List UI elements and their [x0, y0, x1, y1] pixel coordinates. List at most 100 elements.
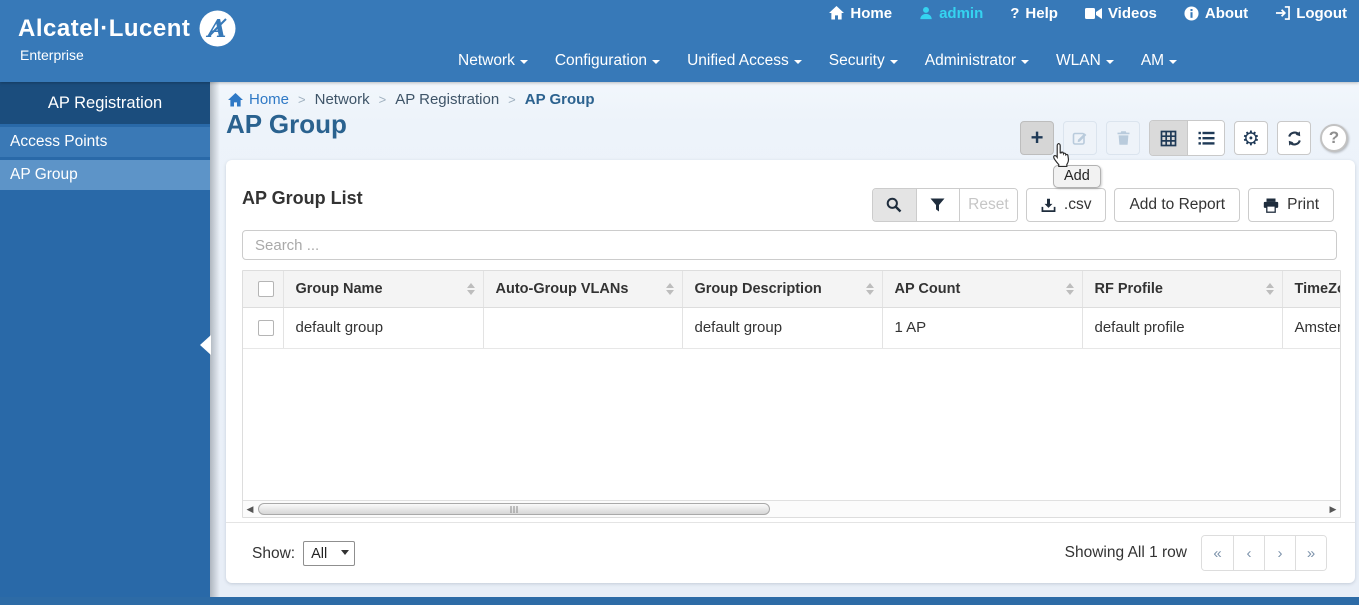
sidebar-item-access-points[interactable]: Access Points	[0, 127, 210, 157]
brand-subtitle: Enterprise	[20, 47, 84, 63]
filter-funnel-icon	[930, 198, 945, 212]
column-auto-group-vlans[interactable]: Auto-Group VLANs	[483, 271, 683, 308]
breadcrumb-separator: >	[298, 92, 306, 107]
grid-view-button[interactable]	[1150, 121, 1187, 155]
page-title: AP Group	[226, 109, 347, 139]
scroll-left-arrow-icon[interactable]: ◀	[244, 501, 256, 517]
ap-group-list-card: AP Group List Reset .csv Add to Report P…	[226, 160, 1355, 583]
search-input[interactable]	[242, 230, 1337, 260]
breadcrumb-separator: >	[378, 92, 387, 107]
filter-button[interactable]	[915, 189, 959, 221]
sort-icon[interactable]	[1265, 282, 1274, 295]
refresh-button[interactable]	[1277, 121, 1311, 155]
sort-icon[interactable]	[1065, 282, 1074, 295]
nav-unified-access[interactable]: Unified Access	[687, 52, 802, 70]
app-window: Alcatel·Lucent A Enterprise Home admin ?…	[0, 0, 1359, 605]
main-content: Home > Network > AP Registration > AP Gr…	[210, 82, 1359, 597]
csv-export-button[interactable]: .csv	[1025, 188, 1107, 222]
first-page-button[interactable]: «	[1202, 536, 1233, 570]
chevron-down-icon	[1105, 60, 1114, 64]
column-group-name[interactable]: Group Name	[283, 271, 484, 308]
search-button[interactable]	[872, 189, 916, 221]
plus-icon: +	[1030, 125, 1044, 150]
show-rows-select[interactable]: All	[303, 541, 356, 566]
add-button[interactable]: +	[1020, 121, 1054, 155]
utility-home-link[interactable]: Home	[829, 5, 892, 22]
column-timezone[interactable]: TimeZone	[1282, 271, 1340, 308]
breadcrumb-ap-registration-link[interactable]: AP Registration	[395, 91, 499, 108]
sidebar-title: AP Registration	[0, 82, 210, 124]
nav-am[interactable]: AM	[1141, 52, 1178, 70]
sort-icon[interactable]	[665, 282, 674, 295]
scroll-right-arrow-icon[interactable]: ▶	[1327, 501, 1339, 517]
logout-icon	[1275, 6, 1291, 20]
row-checkbox[interactable]	[258, 319, 274, 336]
search-icon	[886, 197, 902, 213]
chevron-down-icon	[519, 60, 528, 64]
utility-about-link[interactable]: About	[1184, 5, 1248, 22]
list-view-button[interactable]	[1187, 121, 1224, 155]
select-all-header	[243, 271, 284, 308]
column-ap-count[interactable]: AP Count	[882, 271, 1083, 308]
search-filter-group: Reset	[871, 188, 1018, 222]
add-to-report-button[interactable]: Add to Report	[1114, 188, 1241, 222]
utility-videos-link[interactable]: Videos	[1084, 5, 1157, 22]
utility-admin-link[interactable]: admin	[919, 5, 983, 22]
nav-network[interactable]: Network	[458, 52, 528, 70]
help-button[interactable]: ?	[1320, 124, 1348, 152]
grid-icon	[1160, 130, 1177, 147]
info-icon	[1184, 5, 1199, 21]
cell-group-name: default group	[283, 307, 484, 349]
horizontal-scrollbar: ◀ ▶	[243, 500, 1340, 517]
breadcrumb-home-link[interactable]: Home	[228, 91, 289, 108]
breadcrumb-current: AP Group	[524, 91, 595, 108]
settings-button[interactable]: ⚙	[1234, 121, 1268, 155]
nav-administrator[interactable]: Administrator	[925, 52, 1030, 70]
home-icon	[829, 6, 845, 20]
sidebar-collapse-icon[interactable]	[200, 335, 211, 355]
table-header-row: Group Name Auto-Group VLANs Group Descri…	[243, 271, 1340, 308]
ap-group-table: Group Name Auto-Group VLANs Group Descri…	[243, 271, 1340, 349]
print-button[interactable]: Print	[1248, 188, 1334, 222]
column-rf-profile[interactable]: RF Profile	[1082, 271, 1283, 308]
user-icon	[919, 6, 933, 20]
sort-icon[interactable]	[865, 282, 874, 295]
top-header: Alcatel·Lucent A Enterprise Home admin ?…	[0, 0, 1359, 82]
question-icon: ?	[1010, 4, 1020, 22]
last-page-button[interactable]: »	[1295, 536, 1326, 570]
edit-pencil-icon	[1072, 130, 1088, 146]
nav-wlan[interactable]: WLAN	[1056, 52, 1114, 70]
delete-button[interactable]	[1106, 121, 1140, 155]
show-rows-control: Show: All	[252, 541, 356, 566]
bottom-accent-bar	[0, 597, 1359, 605]
cell-auto-group-vlans	[483, 307, 683, 349]
brand-name: Alcatel·Lucent	[18, 14, 191, 42]
table-row[interactable]: default group default group 1 AP default…	[243, 307, 1340, 349]
list-actions: Reset .csv Add to Report Print	[871, 188, 1334, 222]
next-page-button[interactable]: ›	[1264, 536, 1295, 570]
utility-help-link[interactable]: ? Help	[1010, 5, 1058, 22]
pagination: « ‹ › »	[1201, 535, 1327, 571]
select-all-checkbox[interactable]	[258, 280, 274, 297]
refresh-icon	[1286, 130, 1303, 147]
sort-icon[interactable]	[466, 282, 475, 295]
utility-nav: Home admin ? Help Videos About Logout	[829, 2, 1347, 24]
nav-configuration[interactable]: Configuration	[555, 52, 661, 70]
cell-ap-count: 1 AP	[882, 307, 1083, 349]
video-icon	[1084, 7, 1102, 20]
download-icon	[1041, 198, 1056, 213]
sidebar-item-ap-group[interactable]: AP Group	[0, 160, 210, 190]
nav-security[interactable]: Security	[829, 52, 898, 70]
printer-icon	[1263, 198, 1279, 213]
cell-group-description: default group	[682, 307, 883, 349]
utility-logout-link[interactable]: Logout	[1275, 5, 1347, 22]
chevron-down-icon	[1021, 60, 1030, 64]
breadcrumb-network-link[interactable]: Network	[315, 91, 370, 108]
sidebar: AP Registration Access Points AP Group	[0, 82, 211, 597]
column-group-description[interactable]: Group Description	[682, 271, 883, 308]
prev-page-button[interactable]: ‹	[1233, 536, 1264, 570]
reset-button[interactable]: Reset	[958, 189, 1017, 221]
scrollbar-thumb[interactable]	[258, 503, 770, 515]
list-title: AP Group List	[242, 188, 363, 208]
main-nav: Network Configuration Unified Access Sec…	[458, 52, 1178, 70]
